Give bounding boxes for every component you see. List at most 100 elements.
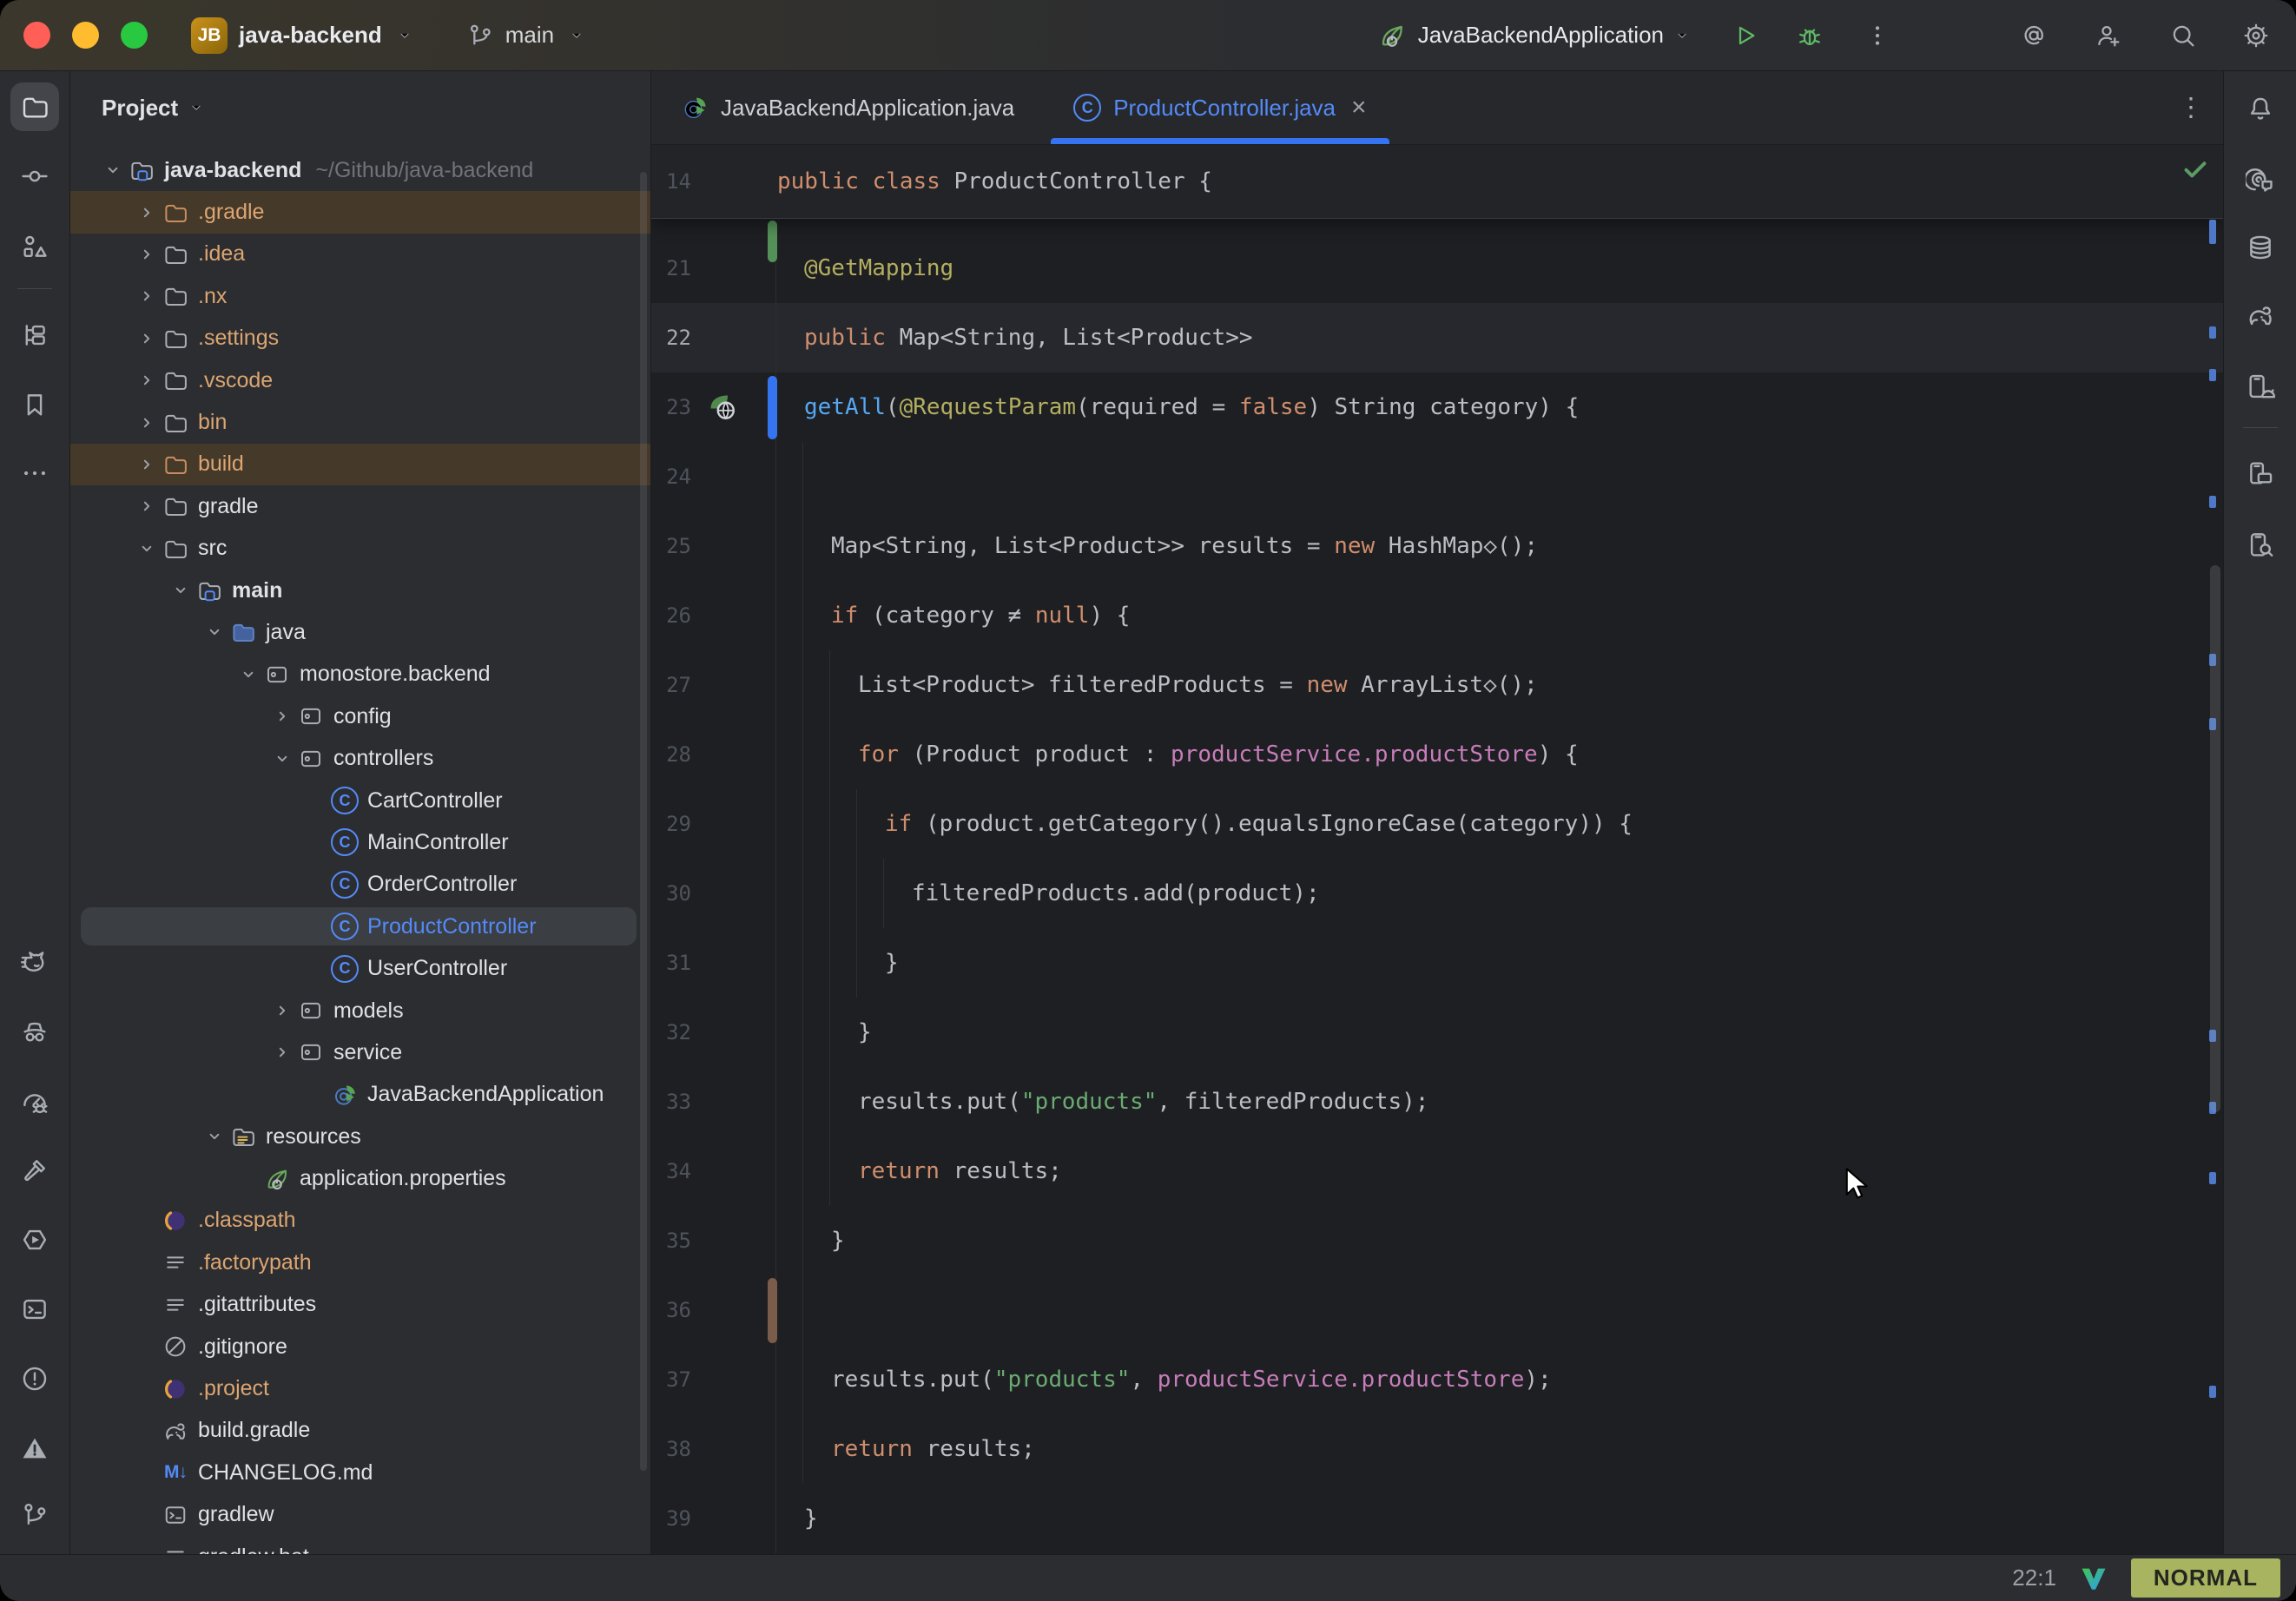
bookmarks-tool-button[interactable] xyxy=(10,380,59,429)
build-hammer-tool-button[interactable] xyxy=(10,1146,59,1195)
chevron-closed-icon[interactable] xyxy=(269,999,295,1022)
tree-item-application-properties[interactable]: application.properties xyxy=(70,1157,650,1199)
close-window-button[interactable] xyxy=(23,22,50,49)
tree-item-cartcontroller[interactable]: CCartController xyxy=(70,780,650,821)
ai-assistant-button[interactable] xyxy=(2020,22,2048,49)
chevron-closed-icon[interactable] xyxy=(269,705,295,728)
code-line-35[interactable]: 35} xyxy=(651,1206,2223,1275)
tree-item-java-backend[interactable]: java-backend~/Github/java-backend xyxy=(70,149,650,191)
analysis-mark[interactable] xyxy=(2209,1386,2216,1398)
commit-tool-button[interactable] xyxy=(10,152,59,201)
line-number[interactable]: 36 xyxy=(651,1298,703,1322)
chevron-closed-icon[interactable] xyxy=(134,412,160,434)
minimize-window-button[interactable] xyxy=(72,22,99,49)
line-number[interactable]: 32 xyxy=(651,1020,703,1044)
tree-item--gradle[interactable]: .gradle xyxy=(70,191,650,233)
tree-item-controllers[interactable]: controllers xyxy=(70,737,650,779)
line-number[interactable]: 35 xyxy=(651,1229,703,1253)
close-tab-icon[interactable]: × xyxy=(1351,93,1367,122)
code-line-21[interactable]: 21@GetMapping xyxy=(651,234,2223,303)
chevron-open-icon[interactable] xyxy=(235,663,261,686)
editor-options-icon[interactable]: ⋮ xyxy=(2178,93,2204,123)
tree-item--settings[interactable]: .settings xyxy=(70,318,650,359)
chevron-closed-icon[interactable] xyxy=(134,495,160,517)
line-number[interactable]: 33 xyxy=(651,1090,703,1114)
dash-cat-tool-button[interactable] xyxy=(10,938,59,986)
analysis-mark[interactable] xyxy=(2209,369,2216,381)
analysis-mark[interactable] xyxy=(2209,326,2216,339)
ai-chat-button[interactable] xyxy=(2236,155,2285,203)
chevron-closed-icon[interactable] xyxy=(134,369,160,392)
more-tool-button[interactable] xyxy=(10,449,59,497)
chevron-closed-icon[interactable] xyxy=(269,1041,295,1064)
editor-scrollbar[interactable] xyxy=(2210,565,2220,1112)
tree-item-usercontroller[interactable]: CUserController xyxy=(70,947,650,989)
inspections-ok-icon[interactable] xyxy=(2180,154,2211,185)
run-button[interactable] xyxy=(1732,22,1759,49)
tree-item-bin[interactable]: bin xyxy=(70,401,650,443)
rest-endpoint-icon[interactable] xyxy=(707,392,738,423)
code-line-23[interactable]: 23getAll(@RequestParam(required = false)… xyxy=(651,372,2223,442)
project-tool-button[interactable] xyxy=(10,82,59,131)
project-panel-header[interactable]: Project xyxy=(70,71,650,144)
chevron-open-icon[interactable] xyxy=(201,621,228,643)
tree-item-build[interactable]: build xyxy=(70,444,650,485)
code-line-36[interactable]: 36 xyxy=(651,1275,2223,1345)
ideavim-icon[interactable] xyxy=(2079,1564,2108,1593)
tree-item-resources[interactable]: resources xyxy=(70,1116,650,1157)
analysis-mark[interactable] xyxy=(2209,1172,2216,1184)
chevron-open-icon[interactable] xyxy=(269,748,295,770)
tree-item-config[interactable]: config xyxy=(70,695,650,737)
settings-gear-button[interactable] xyxy=(2242,22,2270,49)
line-number[interactable]: 26 xyxy=(651,603,703,628)
code-line-14[interactable]: 14public class ProductController { xyxy=(651,145,2223,217)
code-line-24[interactable]: 24 xyxy=(651,442,2223,511)
tree-item-ordercontroller[interactable]: COrderController xyxy=(70,864,650,906)
line-number[interactable]: 31 xyxy=(651,951,703,975)
vcs-marker-modified[interactable] xyxy=(768,376,777,439)
line-number[interactable]: 27 xyxy=(651,673,703,697)
tree-item--gitignore[interactable]: .gitignore xyxy=(70,1326,650,1367)
device-explorer-button[interactable] xyxy=(2236,520,2285,569)
run-configuration[interactable]: JavaBackendApplication xyxy=(1418,22,1664,49)
git-branch-tool-button[interactable] xyxy=(10,1491,59,1539)
chevron-closed-icon[interactable] xyxy=(134,327,160,350)
project-tree-scrollbar[interactable] xyxy=(640,172,647,1471)
maximize-window-button[interactable] xyxy=(121,22,148,49)
tree-item-monostore-backend[interactable]: monostore.backend xyxy=(70,654,650,695)
tree-item-productcontroller[interactable]: CProductController xyxy=(70,906,650,947)
tab-ProductController.java[interactable]: CProductController.java× xyxy=(1044,71,1395,144)
tree-item-gradle[interactable]: gradle xyxy=(70,485,650,527)
chevron-open-icon[interactable] xyxy=(201,1125,228,1148)
terminal-tool-button[interactable] xyxy=(10,1285,59,1334)
line-number[interactable]: 37 xyxy=(651,1367,703,1392)
tree-item--project[interactable]: .project xyxy=(70,1367,650,1409)
warnings-tool-button[interactable] xyxy=(10,1424,59,1473)
project-widget[interactable]: JB java-backend xyxy=(191,17,416,54)
line-number[interactable]: 21 xyxy=(651,256,703,280)
chevron-closed-icon[interactable] xyxy=(134,453,160,476)
chevron-open-icon[interactable] xyxy=(134,537,160,560)
tree-item-service[interactable]: service xyxy=(70,1031,650,1073)
analysis-mark[interactable] xyxy=(2209,220,2216,244)
tree-item-main[interactable]: main xyxy=(70,570,650,611)
hierarchy-tool-button[interactable] xyxy=(10,311,59,359)
problems-tool-button[interactable] xyxy=(10,1354,59,1403)
line-number[interactable]: 25 xyxy=(651,534,703,558)
chevron-closed-icon[interactable] xyxy=(134,201,160,224)
code-line-37[interactable]: 37results.put("products", productService… xyxy=(651,1345,2223,1414)
tree-item--gitattributes[interactable]: .gitattributes xyxy=(70,1284,650,1326)
code-line-27[interactable]: 27List<Product> filteredProducts = new A… xyxy=(651,650,2223,720)
line-number[interactable]: 24 xyxy=(651,464,703,489)
notifications-bell-button[interactable] xyxy=(2236,84,2285,133)
code-line-39[interactable]: 39} xyxy=(651,1484,2223,1553)
tree-item-models[interactable]: models xyxy=(70,990,650,1031)
tree-item--nx[interactable]: .nx xyxy=(70,275,650,317)
chevron-closed-icon[interactable] xyxy=(134,243,160,266)
code-line-28[interactable]: 28for (Product product : productService.… xyxy=(651,720,2223,789)
services-tool-button[interactable] xyxy=(10,1216,59,1264)
code-line-32[interactable]: 32} xyxy=(651,998,2223,1067)
line-number[interactable]: 14 xyxy=(651,169,703,194)
chevron-closed-icon[interactable] xyxy=(134,285,160,307)
search-everywhere-button[interactable] xyxy=(2169,22,2197,49)
